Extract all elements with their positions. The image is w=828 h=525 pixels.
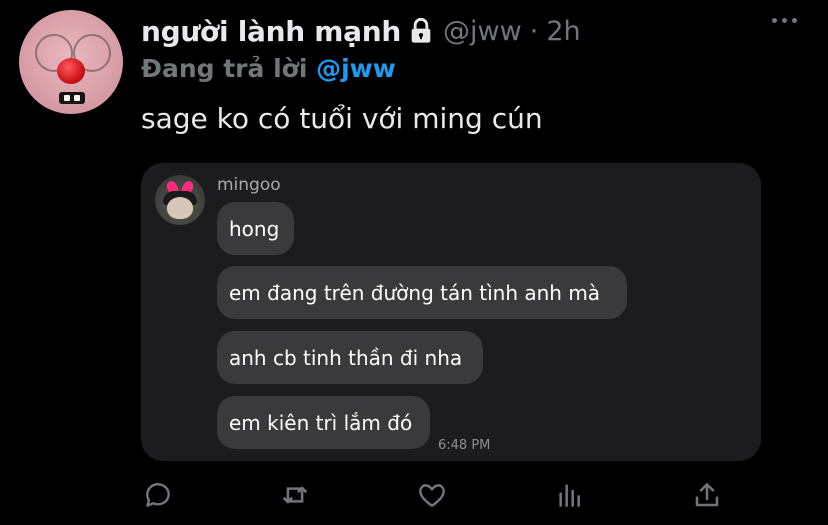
retweet-button[interactable] [278, 478, 312, 512]
more-icon[interactable] [772, 18, 797, 23]
share-icon [695, 483, 719, 507]
share-button[interactable] [690, 478, 724, 512]
replying-prefix: Đang trả lời [141, 54, 308, 83]
chat-avatar [155, 175, 205, 225]
views-button[interactable] [553, 478, 587, 512]
reply-icon [146, 483, 170, 507]
user-handle[interactable]: @jww [443, 16, 522, 47]
profile-avatar[interactable] [19, 10, 123, 114]
more-dot [772, 18, 777, 23]
attached-screenshot[interactable]: mingoo hong em đang trên đường tán tình … [141, 163, 761, 461]
more-dot [792, 18, 797, 23]
tweet-actions [0, 478, 828, 514]
chat-bubble: em kiên trì lắm đó [217, 396, 430, 449]
retweet-icon [282, 486, 308, 504]
mouth [59, 92, 85, 104]
like-button[interactable] [415, 478, 449, 512]
chat-timestamp: 6:48 PM [438, 438, 491, 453]
chat-sender-name: mingoo [217, 175, 281, 195]
tweet-header: người lành mạnh @jww · 2h [141, 13, 581, 49]
more-dot [782, 18, 787, 23]
replying-to: Đang trả lời @jww [141, 54, 396, 83]
like-icon [419, 484, 445, 507]
tweet-text: sage ko có tuổi với ming cún [141, 102, 543, 135]
tweet-time[interactable]: 2h [546, 16, 580, 47]
clown-nose [57, 58, 85, 84]
chat-bubble: em đang trên đường tán tình anh mà [217, 266, 627, 319]
tooth [74, 95, 80, 101]
tooth [64, 95, 70, 101]
chat-bubble: hong [217, 202, 294, 255]
lock-icon-svg [411, 17, 431, 43]
replying-mention[interactable]: @jww [316, 54, 396, 83]
display-name[interactable]: người lành mạnh [141, 15, 401, 48]
views-icon [559, 484, 580, 507]
face [167, 197, 193, 219]
lock-icon [407, 17, 435, 45]
chat-bubble: anh cb tinh thần đi nha [217, 331, 483, 384]
reply-button[interactable] [141, 478, 175, 512]
separator-dot: · [529, 15, 539, 47]
